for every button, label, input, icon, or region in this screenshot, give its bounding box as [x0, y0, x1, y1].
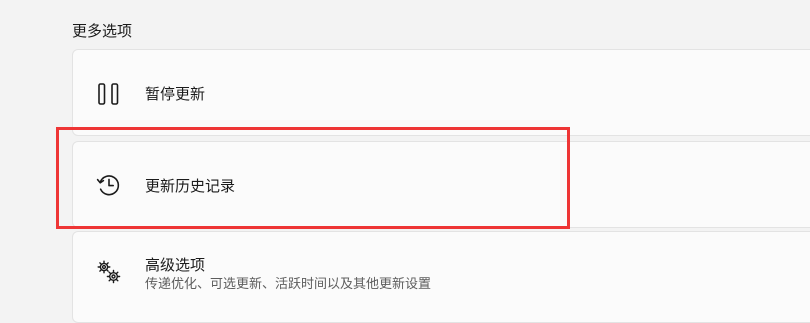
history-icon — [95, 171, 123, 199]
update-history-label: 更新历史记录 — [145, 177, 236, 195]
pause-updates-option[interactable]: 暂停更新 — [72, 49, 810, 136]
advanced-options-description: 传递优化、可选更新、活跃时间以及其他更新设置 — [145, 277, 432, 292]
advanced-options-label: 高级选项 — [145, 256, 206, 274]
advanced-options-option[interactable]: 高级选项 传递优化、可选更新、活跃时间以及其他更新设置 — [72, 231, 810, 323]
pause-icon — [95, 80, 123, 108]
more-options-header: 更多选项 — [72, 22, 133, 40]
gears-icon — [95, 258, 123, 286]
update-history-option[interactable]: 更新历史记录 — [72, 141, 810, 228]
pause-updates-label: 暂停更新 — [145, 85, 206, 103]
